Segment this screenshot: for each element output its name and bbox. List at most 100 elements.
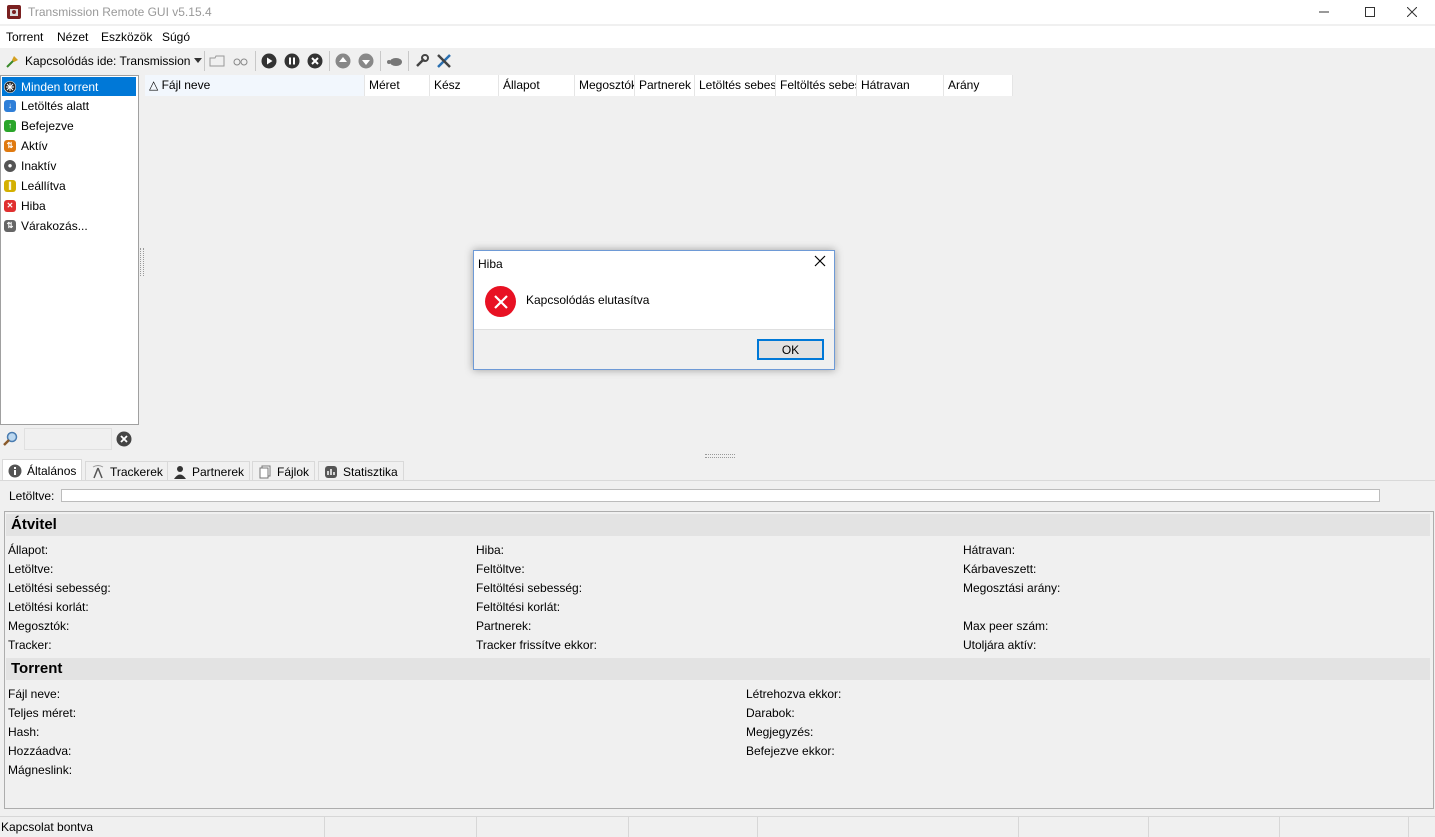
- tab-general[interactable]: Általános: [2, 459, 83, 481]
- add-link-icon[interactable]: [232, 52, 250, 70]
- sidebar-item-all[interactable]: Minden torrent: [2, 77, 136, 96]
- sidebar-item-downloading[interactable]: ↓ Letöltés alatt: [2, 96, 136, 115]
- field-created: Létrehozva ekkor:: [746, 687, 842, 701]
- tab-trackers[interactable]: Trackerek: [85, 461, 169, 481]
- dialog-close-button[interactable]: [814, 255, 826, 271]
- field-status: Állapot:: [8, 543, 49, 557]
- sidebar-item-label: Befejezve: [21, 118, 74, 133]
- field-tracker: Tracker:: [8, 638, 52, 652]
- column-header-eta[interactable]: Hátravan: [857, 75, 944, 96]
- field-magnet-link: Mágneslink:: [8, 763, 73, 777]
- sidebar-item-active[interactable]: ⇅ Aktív: [2, 136, 136, 155]
- connect-label: Kapcsolódás ide: Transmission: [25, 54, 191, 68]
- field-error: Hiba:: [476, 543, 505, 557]
- field-comment: Megjegyzés:: [746, 725, 814, 739]
- sidebar-item-label: Leállítva: [21, 178, 66, 193]
- menu-torrent[interactable]: Torrent: [6, 30, 43, 44]
- statistics-icon: [325, 465, 337, 478]
- field-peers: Partnerek:: [476, 619, 532, 633]
- field-seeds: Megosztók:: [8, 619, 70, 633]
- menu-tools[interactable]: Eszközök: [101, 30, 152, 44]
- pause-icon[interactable]: [283, 52, 301, 70]
- field-added: Hozzáadva:: [8, 744, 72, 758]
- sidebar-item-label: Hiba: [21, 198, 46, 213]
- field-uploaded: Feltöltve:: [476, 562, 525, 576]
- field-share-ratio: Megosztási arány:: [963, 581, 1061, 595]
- field-hash: Hash:: [8, 725, 40, 739]
- window-title: Transmission Remote GUI v5.15.4: [28, 5, 212, 19]
- completed-icon: ↑: [4, 119, 16, 132]
- field-tracker-updated: Tracker frissítve ekkor:: [476, 638, 597, 652]
- download-progress-bar: [61, 489, 1380, 502]
- tab-peers[interactable]: Partnerek: [167, 461, 251, 481]
- chevron-down-icon: [194, 58, 203, 63]
- minimize-button[interactable]: [1301, 0, 1347, 24]
- field-upload-speed: Feltöltési sebesség:: [476, 581, 583, 595]
- files-icon: [259, 465, 271, 478]
- close-icon: [814, 255, 826, 267]
- field-download-speed: Letöltési sebesség:: [8, 581, 111, 595]
- field-last-active: Utoljára aktív:: [963, 638, 1037, 652]
- menu-help[interactable]: Súgó: [162, 30, 190, 44]
- error-icon: ✕: [4, 199, 16, 212]
- column-header-size[interactable]: Méret: [365, 75, 430, 96]
- dialog-title: Hiba: [478, 257, 503, 271]
- section-torrent: Torrent: [6, 658, 1430, 680]
- horizontal-splitter[interactable]: [705, 454, 735, 458]
- open-torrent-icon[interactable]: [208, 52, 226, 70]
- menu-bar: [0, 26, 1435, 48]
- field-download-limit: Letöltési korlát:: [8, 600, 89, 614]
- column-header-peers[interactable]: Partnerek: [635, 75, 695, 96]
- all-torrents-icon: [4, 80, 16, 93]
- stopped-icon: ∥: [4, 179, 16, 192]
- column-header-done[interactable]: Kész: [430, 75, 499, 96]
- connect-dropdown[interactable]: Kapcsolódás ide: Transmission: [5, 52, 203, 70]
- dialog-message: Kapcsolódás elutasítva: [526, 293, 650, 307]
- ok-button[interactable]: OK: [757, 339, 824, 360]
- clear-search-icon[interactable]: [116, 431, 132, 450]
- sidebar-item-error[interactable]: ✕ Hiba: [2, 196, 136, 215]
- info-icon: [8, 464, 22, 477]
- sidebar-item-label: Inaktív: [21, 158, 57, 173]
- options-icon[interactable]: [413, 52, 431, 70]
- app-icon: [6, 4, 22, 20]
- search-icon: [3, 431, 19, 450]
- column-header-seeds[interactable]: Megosztók: [575, 75, 635, 96]
- column-header-up-speed[interactable]: Feltöltés sebessége: [776, 75, 857, 96]
- column-header-status[interactable]: Állapot: [499, 75, 575, 96]
- search-input[interactable]: [24, 428, 112, 450]
- sidebar-item-label: Letöltés alatt: [21, 98, 90, 113]
- column-header-name[interactable]: △ Fájl neve: [145, 75, 365, 96]
- close-window-button[interactable]: [1389, 0, 1435, 24]
- tab-files[interactable]: Fájlok: [252, 461, 316, 481]
- field-completed: Befejezve ekkor:: [746, 744, 835, 758]
- field-max-peers: Max peer szám:: [963, 619, 1049, 633]
- column-header-ratio[interactable]: Arány: [944, 75, 1013, 96]
- sidebar-item-completed[interactable]: ↑ Befejezve: [2, 116, 136, 135]
- vertical-splitter[interactable]: [140, 248, 144, 276]
- download-icon: ↓: [4, 99, 16, 112]
- menu-view[interactable]: Nézet: [57, 30, 88, 44]
- speed-limit-icon[interactable]: [386, 52, 404, 70]
- move-up-icon[interactable]: [334, 52, 352, 70]
- column-header-down-speed[interactable]: Letöltés sebessége: [695, 75, 776, 96]
- tab-label: Trackerek: [110, 464, 163, 479]
- tab-statistics[interactable]: Statisztika: [318, 461, 404, 481]
- tab-label: Fájlok: [277, 464, 310, 479]
- status-bar: Kapcsolat bontva: [0, 816, 1435, 837]
- sidebar-item-label: Aktív: [21, 138, 48, 153]
- settings-icon[interactable]: [436, 52, 454, 70]
- tab-label: Statisztika: [343, 464, 398, 479]
- tab-divider: [0, 480, 1435, 481]
- sidebar-item-stopped[interactable]: ∥ Leállítva: [2, 176, 136, 195]
- sidebar-item-waiting[interactable]: ⇅ Várakozás...: [2, 216, 136, 235]
- tab-label: Általános: [27, 463, 77, 478]
- start-icon[interactable]: [260, 52, 278, 70]
- field-wasted: Kárbaveszett:: [963, 562, 1037, 576]
- field-pieces: Darabok:: [746, 706, 795, 720]
- sidebar-item-inactive[interactable]: ● Inaktív: [2, 156, 136, 175]
- field-upload-limit: Feltöltési korlát:: [476, 600, 561, 614]
- move-down-icon[interactable]: [357, 52, 375, 70]
- maximize-button[interactable]: [1347, 0, 1393, 24]
- remove-icon[interactable]: [306, 52, 324, 70]
